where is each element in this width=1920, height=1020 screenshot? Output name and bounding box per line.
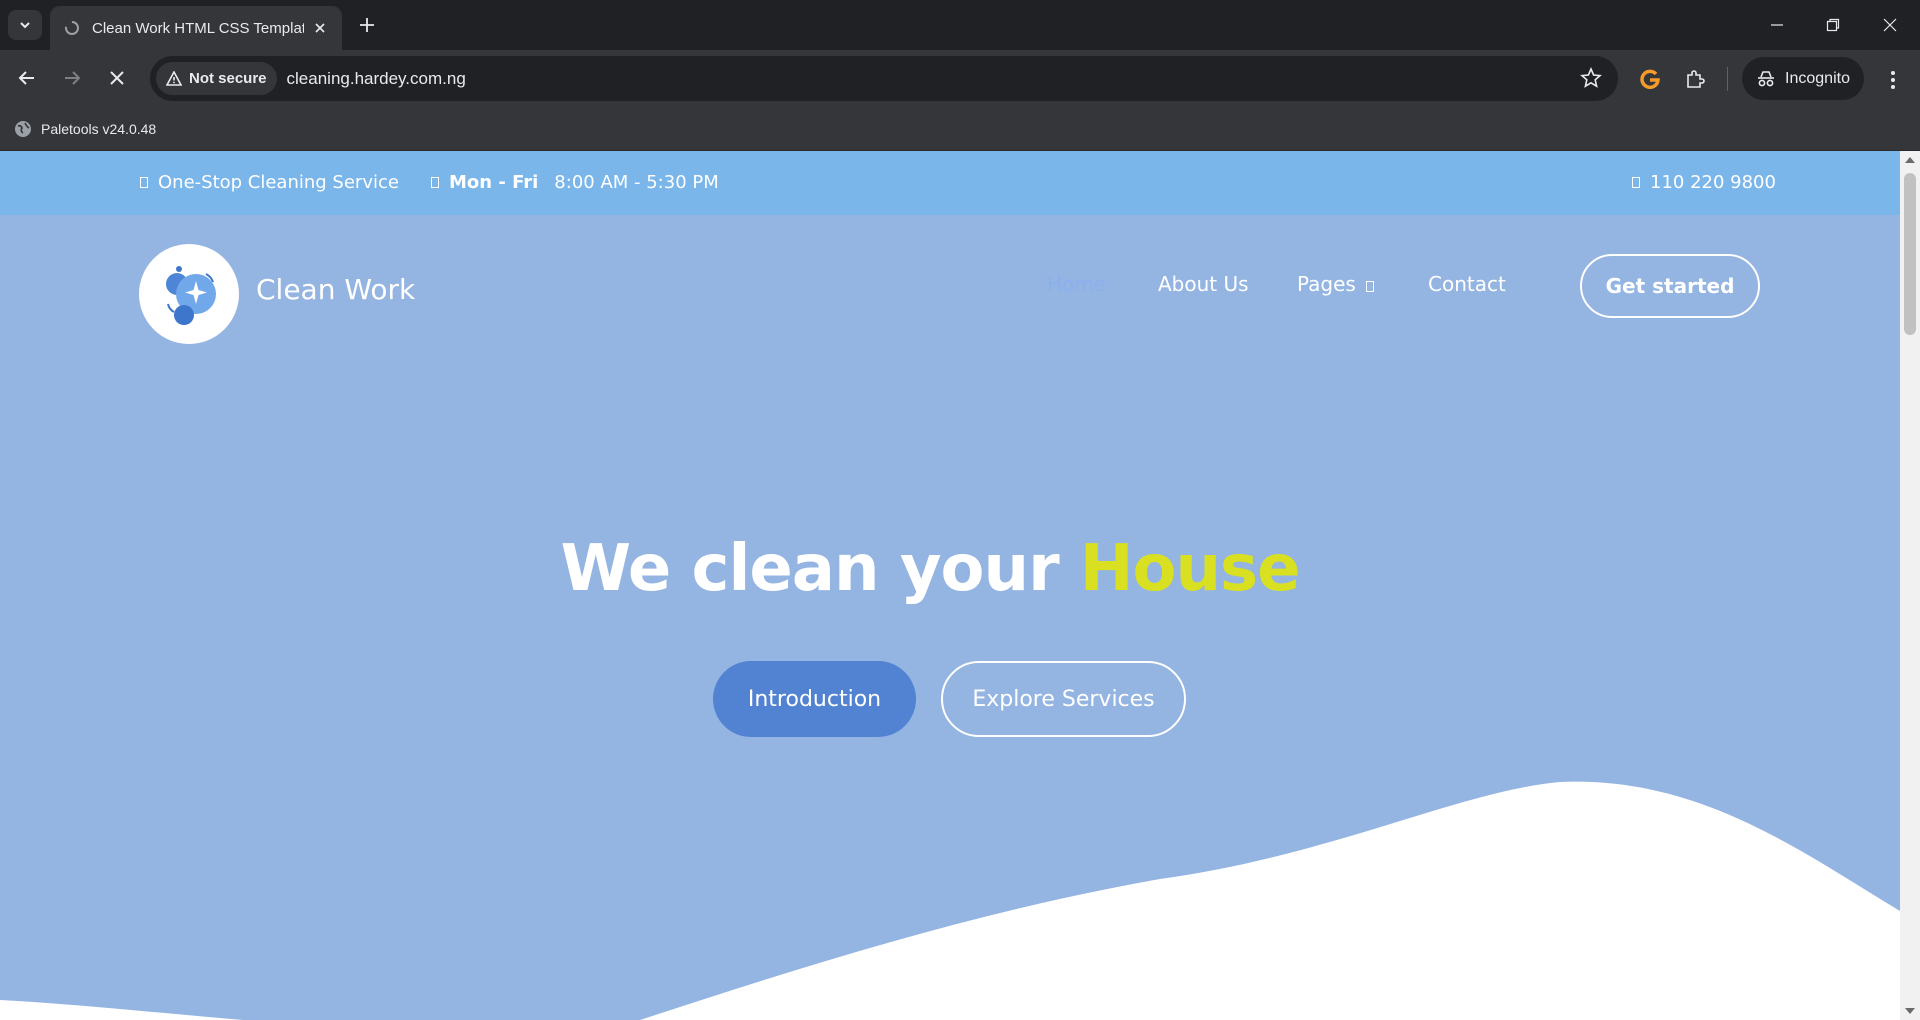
extension-g-icon[interactable] <box>1635 64 1665 94</box>
favicon-icon <box>65 21 79 35</box>
hours-text: 8:00 AM - 5:30 PM <box>554 172 719 193</box>
restore-button[interactable] <box>1805 0 1861 50</box>
broom-icon <box>140 177 148 188</box>
close-icon <box>1883 18 1897 32</box>
browser-menu-button[interactable] <box>1878 65 1908 95</box>
plus-icon <box>360 18 374 32</box>
hero-title-main: We clean your <box>560 532 1060 606</box>
window-close-button[interactable] <box>1862 0 1918 50</box>
tagline-text: One-Stop Cleaning Service <box>158 172 399 193</box>
nav-pages[interactable]: Pages <box>1297 272 1374 296</box>
globe-icon <box>15 121 31 137</box>
tab-strip: Clean Work HTML CSS Template <box>0 0 1920 50</box>
clock-icon <box>431 177 439 188</box>
incognito-label: Incognito <box>1785 69 1850 87</box>
tagline-item: One-Stop Cleaning Service <box>140 172 399 193</box>
arrow-right-icon <box>65 71 81 85</box>
scroll-thumb[interactable] <box>1904 173 1916 335</box>
chevron-down-icon <box>20 22 30 29</box>
forward-button[interactable] <box>54 60 90 96</box>
close-icon[interactable] <box>310 18 330 38</box>
address-bar[interactable]: Not secure cleaning.hardey.com.ng <box>150 56 1618 101</box>
restore-icon <box>1826 18 1840 32</box>
nav-contact[interactable]: Contact <box>1428 272 1506 296</box>
back-button[interactable] <box>9 60 45 96</box>
incognito-chip[interactable]: Incognito <box>1742 57 1864 100</box>
bubbles-logo-icon <box>166 266 216 325</box>
chevron-down-icon <box>1365 280 1374 292</box>
page-scrollbar[interactable] <box>1900 151 1920 1020</box>
tab-title: Clean Work HTML CSS Template <box>92 19 304 37</box>
bookmarks-bar: Paletools v24.0.48 <box>0 107 1920 151</box>
bookmark-label: Paletools v24.0.48 <box>41 121 157 137</box>
bookmark-star-icon[interactable] <box>1580 67 1602 89</box>
scroll-up-arrow-icon[interactable] <box>1905 157 1915 163</box>
hours-item: Mon - Fri 8:00 AM - 5:30 PM <box>431 172 719 193</box>
warning-icon <box>166 71 182 86</box>
top-info-bar: One-Stop Cleaning Service Mon - Fri 8:00… <box>0 151 1900 215</box>
introduction-button[interactable]: Introduction <box>713 661 916 737</box>
explore-services-button[interactable]: Explore Services <box>941 661 1186 737</box>
phone-text[interactable]: 110 220 9800 <box>1650 172 1776 193</box>
url-text[interactable]: cleaning.hardey.com.ng <box>287 69 466 89</box>
new-tab-button[interactable] <box>352 10 382 40</box>
phone-icon <box>1632 177 1640 188</box>
nav-about-us[interactable]: About Us <box>1158 272 1249 296</box>
extensions-puzzle-icon[interactable] <box>1680 64 1710 94</box>
hero-title: We clean your House <box>0 537 1860 601</box>
hero-title-highlight: House <box>1079 532 1301 606</box>
nav-home[interactable]: Home <box>1047 272 1106 296</box>
stop-button[interactable] <box>99 60 135 96</box>
security-chip[interactable]: Not secure <box>156 62 277 95</box>
page-viewport: One-Stop Cleaning Service Mon - Fri 8:00… <box>0 151 1900 1020</box>
get-started-button[interactable]: Get started <box>1580 254 1760 318</box>
minimize-button[interactable] <box>1749 0 1805 50</box>
tab-search-button[interactable] <box>8 10 42 40</box>
incognito-icon <box>1758 70 1775 86</box>
bookmark-item[interactable]: Paletools v24.0.48 <box>14 116 156 142</box>
scroll-down-arrow-icon[interactable] <box>1905 1008 1915 1014</box>
phone-item[interactable]: 110 220 9800 <box>1632 172 1776 193</box>
days-text: Mon - Fri <box>449 172 539 193</box>
security-label: Not secure <box>189 70 267 87</box>
more-vertical-icon <box>1891 71 1895 89</box>
arrow-left-icon <box>18 71 34 85</box>
browser-tab[interactable]: Clean Work HTML CSS Template <box>50 6 342 50</box>
brand-name[interactable]: Clean Work <box>256 273 415 306</box>
nav-pages-label: Pages <box>1297 272 1356 296</box>
logo[interactable] <box>139 244 239 344</box>
toolbar-divider <box>1727 67 1728 91</box>
browser-toolbar: Not secure cleaning.hardey.com.ng Incogn… <box>0 50 1920 107</box>
minimize-icon <box>1771 24 1783 26</box>
close-icon <box>110 71 124 85</box>
